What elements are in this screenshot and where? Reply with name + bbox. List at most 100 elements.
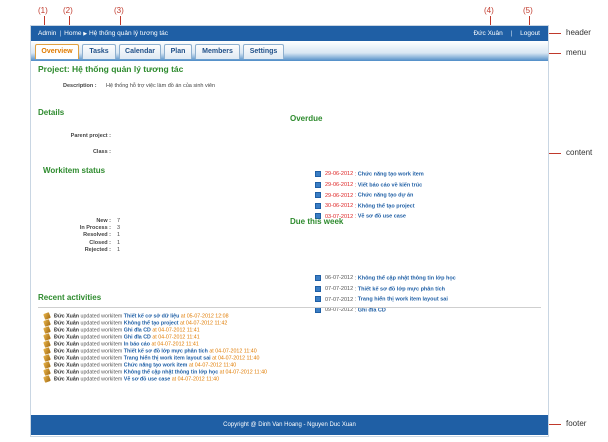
due-date: 09-07-2012 <box>325 307 354 314</box>
activity-verb: updated workitem <box>79 355 124 362</box>
activity-user[interactable]: Đức Xuân <box>54 369 79 375</box>
menu-pointer <box>549 53 561 54</box>
due-date: 07-07-2012 <box>325 286 354 293</box>
activity-row: Đức Xuân updated workitem Thiết kế sơ đồ… <box>43 347 257 355</box>
activity-row: Đức Xuân updated workitem Trang hiển thị… <box>43 354 260 362</box>
tab-calendar[interactable]: Calendar <box>119 44 161 59</box>
callout-5: (5) <box>523 6 533 15</box>
activity-timestamp: at 05-07-2012 12:08 <box>179 313 229 320</box>
recent-activities-title: Recent activities <box>38 293 102 302</box>
workitem-link[interactable]: Thiết kế sơ đồ lớp mực phân tích <box>358 286 445 292</box>
activity-workitem-link[interactable]: Không thể cập nhật thông tin lớp học <box>124 369 218 375</box>
label-menu: menu <box>566 48 587 57</box>
activity-verb: updated workitem <box>79 320 124 327</box>
callout-4: (4) <box>484 6 494 15</box>
due-date: 07-07-2012 <box>325 296 354 303</box>
footer-pointer <box>549 424 561 425</box>
activity-timestamp: at 04-07-2012 11:40 <box>170 376 220 383</box>
activity-row: Đức Xuân updated workitem Thiết kế cơ sở… <box>43 312 229 320</box>
separator: | <box>59 30 62 37</box>
tab-members[interactable]: Members <box>195 44 240 59</box>
content-area: Project: Hệ thống quản lý tương tác Desc… <box>31 61 548 415</box>
breadcrumb-current[interactable]: Hệ thống quản lý tương tác <box>89 30 168 37</box>
footer-bar: Copyright @ Dinh Van Hoang - Nguyen Duc … <box>31 415 548 435</box>
activity-user[interactable]: Đức Xuân <box>54 327 79 333</box>
logout-link[interactable]: Logout <box>520 30 540 37</box>
activity-verb: updated workitem <box>79 313 124 320</box>
workitem-row: 07-07-2012 : Thiết kế sơ đồ lớp mực phân… <box>315 285 445 294</box>
due-date: 29-06-2012 <box>325 192 354 199</box>
status-count: 1 <box>117 246 121 253</box>
class-label: Class : <box>92 149 111 155</box>
activity-timestamp: at 04-07-2012 11:40 <box>187 362 237 369</box>
workitem-link[interactable]: Không thể cập nhật thông tin lớp học <box>358 275 456 281</box>
activity-workitem-link[interactable]: Không thể tạo project <box>124 320 179 326</box>
workitem-link[interactable]: Chức năng tạo work item <box>358 171 424 177</box>
status-label: New : <box>96 218 111 224</box>
user-link[interactable]: Admin <box>38 30 56 37</box>
activity-timestamp: at 04-07-2012 11:41 <box>150 334 200 341</box>
workitem-icon <box>315 285 321 292</box>
tab-overview[interactable]: Overview <box>35 44 79 59</box>
workitem-link[interactable]: Chức năng tạo dự án <box>358 193 414 199</box>
activity-verb: updated workitem <box>79 362 124 369</box>
activity-timestamp: at 04-07-2012 11:40 <box>210 355 260 362</box>
account-area: Đức Xuân | Logout <box>473 30 540 37</box>
activity-user[interactable]: Đức Xuân <box>54 348 79 354</box>
label-footer: footer <box>566 419 587 428</box>
workitem-icon <box>315 171 321 177</box>
activity-timestamp: at 04-07-2012 11:42 <box>178 320 228 327</box>
workitem-icon <box>315 296 321 303</box>
activity-user[interactable]: Đức Xuân <box>54 320 79 326</box>
home-link[interactable]: Home <box>64 30 81 37</box>
activity-row: Đức Xuân updated workitem Không thể cập … <box>43 368 267 376</box>
activity-workitem-link[interactable]: In báo cáo <box>124 341 150 347</box>
activity-user[interactable]: Đức Xuân <box>54 334 79 340</box>
workitem-row: 29-06-2012 : Chức năng tạo work item <box>315 171 424 179</box>
activity-user[interactable]: Đức Xuân <box>54 355 79 361</box>
activity-workitem-link[interactable]: Chức năng tạo work item <box>124 362 188 368</box>
activity-user[interactable]: Đức Xuân <box>54 362 79 368</box>
workitem-link[interactable]: Không thể tạo project <box>358 203 415 209</box>
callout-3: (3) <box>114 6 124 15</box>
breadcrumb: Admin | Home ▶ Hệ thống quản lý tương tác <box>38 30 168 37</box>
activity-verb: updated workitem <box>79 369 124 376</box>
activity-workitem-link[interactable]: Vẽ sơ đồ use case <box>124 376 170 382</box>
workitem-link[interactable]: Ghi đĩa CD <box>358 307 386 313</box>
activity-timestamp: at 04-07-2012 11:41 <box>150 327 200 334</box>
tab-plan[interactable]: Plan <box>164 44 192 59</box>
activity-verb: updated workitem <box>79 334 124 341</box>
workitem-link[interactable]: Viết báo cáo về kiến trúc <box>358 182 422 188</box>
activity-row: Đức Xuân updated workitem Ghi đĩa CD at … <box>43 326 200 334</box>
project-title: Project: Hệ thống quản lý tương tác <box>38 64 184 74</box>
activity-row: Đức Xuân updated workitem In báo cáo at … <box>43 340 199 348</box>
workitem-icon <box>315 192 321 199</box>
callout-1: (1) <box>38 6 48 15</box>
workitem-icon <box>315 181 321 188</box>
workitem-link[interactable]: Trang hiển thị work item layout sai <box>358 297 448 303</box>
account-name-link[interactable]: Đức Xuân <box>473 30 502 37</box>
activity-verb: updated workitem <box>79 341 124 348</box>
status-count: 1 <box>117 232 121 239</box>
activity-workitem-link[interactable]: Trang hiển thị work item layout sai <box>124 355 211 361</box>
breadcrumb-arrow: ▶ <box>83 31 88 37</box>
workitem-row: 29-06-2012 : Viết báo cáo về kiến trúc <box>315 181 422 190</box>
activity-row: Đức Xuân updated workitem Vẽ sơ đồ use c… <box>43 375 220 383</box>
separator: | <box>510 30 513 37</box>
activity-workitem-link[interactable]: Thiết kế sơ đồ lớp mực phân tích <box>124 348 208 354</box>
activity-workitem-link[interactable]: Ghi đĩa CD <box>124 327 151 333</box>
workitem-row: 06-07-2012 : Không thể cập nhật thông ti… <box>315 275 456 283</box>
activity-workitem-link[interactable]: Ghi đĩa CD <box>124 334 151 340</box>
activity-user[interactable]: Đức Xuân <box>54 313 79 319</box>
activity-user[interactable]: Đức Xuân <box>54 341 79 347</box>
tab-tasks[interactable]: Tasks <box>82 44 116 59</box>
tab-settings[interactable]: Settings <box>243 44 284 59</box>
header-bar: Admin | Home ▶ Hệ thống quản lý tương tác … <box>31 26 548 41</box>
activity-user[interactable]: Đức Xuân <box>54 376 79 382</box>
workitem-row: 29-06-2012 : Chức năng tạo dự án <box>315 192 413 200</box>
activity-timestamp: at 04-07-2012 11:41 <box>150 341 199 348</box>
activity-timestamp: at 04-07-2012 11:40 <box>207 348 257 355</box>
activity-workitem-link[interactable]: Thiết kế cơ sở dữ liệu <box>124 313 180 319</box>
workitem-row: 30-06-2012 : Không thể tạo project <box>315 202 415 211</box>
workitem-link[interactable]: Vẽ sơ đồ use case <box>358 214 406 220</box>
